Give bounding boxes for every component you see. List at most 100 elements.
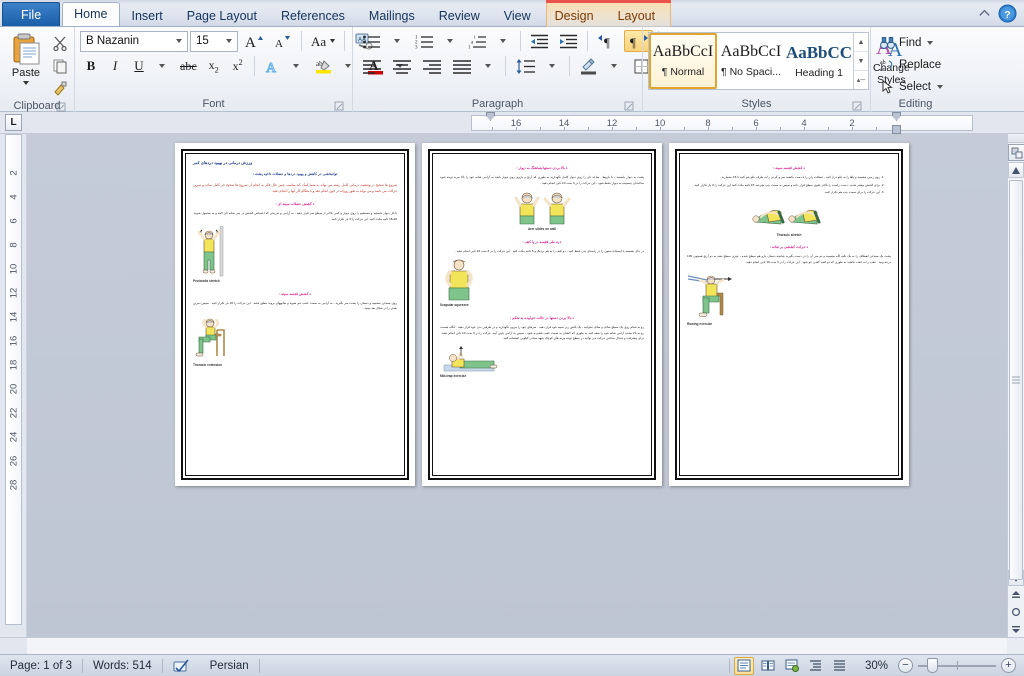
- document-canvas[interactable]: ورزش درمانی در بهبود دردهای کمر توانبخشی…: [27, 134, 1007, 637]
- multilevel-list-dropdown[interactable]: [493, 30, 515, 52]
- shading-button[interactable]: [575, 55, 602, 77]
- multilevel-list-button[interactable]: 1 a i: [464, 30, 491, 52]
- bold-button[interactable]: B: [80, 55, 102, 77]
- web-layout-view-button[interactable]: [782, 657, 802, 675]
- vertical-scrollbar[interactable]: [1007, 134, 1024, 637]
- bullets-dropdown[interactable]: [387, 30, 409, 52]
- print-layout-view-button[interactable]: [734, 656, 754, 675]
- select-browse-object-icon[interactable]: [1008, 144, 1024, 161]
- text-effects-button[interactable]: A: [260, 55, 285, 77]
- decrease-indent-button[interactable]: [526, 30, 553, 52]
- strikethrough-button[interactable]: abc: [176, 55, 201, 77]
- select-dropdown-arrow[interactable]: [936, 84, 943, 89]
- paste-dropdown-arrow[interactable]: [23, 81, 29, 85]
- gallery-more-icon[interactable]: ▴─: [854, 71, 868, 89]
- zoom-out-button[interactable]: −: [898, 658, 913, 673]
- zoom-slider-thumb[interactable]: [927, 658, 938, 673]
- paste-button[interactable]: Paste: [5, 30, 47, 99]
- vertical-ruler[interactable]: 2 4 6 8 10 12 14 16 18 20 22 24 26 28: [5, 134, 22, 625]
- split-window-icon[interactable]: [1008, 134, 1024, 143]
- style-item-no-spacing[interactable]: AaBbCcI ¶ No Spaci...: [717, 33, 785, 89]
- tab-references[interactable]: References: [269, 4, 357, 26]
- style-item-heading-1[interactable]: AaBbCС Heading 1: [785, 33, 853, 89]
- tab-design[interactable]: Design: [543, 4, 606, 26]
- vertical-scroll-track[interactable]: [1008, 178, 1024, 580]
- page-indicator[interactable]: Page: 1 of 3: [0, 657, 82, 675]
- draft-view-button[interactable]: [830, 657, 850, 675]
- justify-button[interactable]: [448, 55, 476, 77]
- left-indent-marker[interactable]: [892, 125, 901, 134]
- previous-page-button[interactable]: [1008, 586, 1024, 603]
- zoom-slider[interactable]: − +: [898, 658, 1016, 673]
- text-effects-dropdown[interactable]: [287, 55, 309, 77]
- superscript-button[interactable]: x2: [227, 55, 249, 77]
- word-count[interactable]: Words: 514: [83, 657, 162, 675]
- tab-insert[interactable]: Insert: [120, 4, 175, 26]
- tab-file[interactable]: File: [2, 2, 61, 26]
- first-line-indent-marker[interactable]: [486, 112, 495, 121]
- italic-button[interactable]: I: [104, 55, 126, 77]
- tab-stop-selector[interactable]: L: [0, 112, 27, 133]
- zoom-in-button[interactable]: +: [1001, 658, 1016, 673]
- numbering-dropdown[interactable]: [440, 30, 462, 52]
- styles-dialog-launcher[interactable]: [852, 101, 863, 112]
- right-indent-marker[interactable]: [892, 112, 901, 121]
- outline-view-button[interactable]: [806, 657, 826, 675]
- numbering-button[interactable]: 1 2 3: [411, 30, 438, 52]
- proofing-status[interactable]: [163, 657, 200, 675]
- cut-button[interactable]: [49, 33, 71, 53]
- highlight-button[interactable]: ab: [311, 55, 337, 77]
- line-spacing-button[interactable]: [511, 55, 540, 77]
- align-center-button[interactable]: [388, 55, 416, 77]
- align-right-button[interactable]: [418, 55, 446, 77]
- font-name-dropdown-arrow[interactable]: [176, 39, 182, 43]
- bullets-button[interactable]: [358, 30, 385, 52]
- language-indicator[interactable]: Persian: [200, 657, 259, 675]
- increase-indent-button[interactable]: [555, 30, 582, 52]
- gallery-scroll-down-icon[interactable]: ▼: [854, 52, 868, 71]
- replace-button[interactable]: ab ac Replace: [876, 54, 950, 75]
- next-page-button[interactable]: [1008, 620, 1024, 637]
- tab-mailings[interactable]: Mailings: [357, 4, 427, 26]
- find-button[interactable]: Find: [876, 32, 950, 53]
- find-dropdown-arrow[interactable]: [927, 40, 934, 45]
- shrink-font-button[interactable]: A: [269, 30, 296, 52]
- gallery-scroll-up-icon[interactable]: ▲: [854, 33, 868, 52]
- grow-font-button[interactable]: A: [240, 30, 267, 52]
- font-dialog-launcher[interactable]: [334, 101, 345, 112]
- document-page-3[interactable]: کشش قفسه سینه : روی زمین بنشینید و پاها …: [669, 143, 909, 486]
- tab-page-layout[interactable]: Page Layout: [175, 4, 269, 26]
- zoom-level-label[interactable]: 30%: [854, 660, 888, 672]
- tab-home[interactable]: Home: [62, 2, 120, 26]
- document-page-1[interactable]: ورزش درمانی در بهبود دردهای کمر توانبخشی…: [175, 143, 415, 486]
- select-browse-object-button[interactable]: [1008, 603, 1024, 620]
- shading-dropdown[interactable]: [604, 55, 626, 77]
- font-size-dropdown-arrow[interactable]: [226, 39, 232, 43]
- justify-dropdown[interactable]: [478, 55, 500, 77]
- underline-button[interactable]: U: [128, 55, 150, 77]
- help-icon[interactable]: ?: [998, 4, 1017, 23]
- ruler-toggle-corner[interactable]: [1007, 112, 1024, 133]
- tab-view[interactable]: View: [492, 4, 543, 26]
- copy-button[interactable]: [49, 56, 71, 76]
- format-painter-button[interactable]: [49, 79, 71, 99]
- left-to-right-button[interactable]: ¶: [593, 30, 622, 52]
- tab-review[interactable]: Review: [427, 4, 492, 26]
- subscript-button[interactable]: x2: [203, 55, 225, 77]
- tab-layout[interactable]: Layout: [606, 4, 668, 26]
- horizontal-ruler[interactable]: 16 14 12 10 8 6 4 2: [471, 112, 973, 134]
- style-item-normal[interactable]: AaBbCcI ¶ Normal: [649, 33, 717, 89]
- document-page-2[interactable]: بالا بردن دستها هماهنگ به دیوار : پشت به…: [422, 143, 662, 486]
- font-size-combo[interactable]: 15: [190, 30, 238, 52]
- scroll-up-button[interactable]: [1008, 162, 1024, 178]
- font-name-combo[interactable]: B Nazanin: [80, 30, 188, 52]
- paragraph-dialog-launcher[interactable]: [624, 101, 635, 112]
- select-button[interactable]: Select: [876, 76, 950, 97]
- underline-dropdown[interactable]: [152, 55, 174, 77]
- horizontal-scroll-area[interactable]: [27, 638, 1007, 654]
- collapse-ribbon-icon[interactable]: [977, 6, 992, 21]
- full-screen-reading-view-button[interactable]: [758, 657, 778, 675]
- change-case-button[interactable]: Aa: [307, 30, 339, 52]
- zoom-slider-track[interactable]: [918, 658, 996, 673]
- align-left-button[interactable]: [358, 55, 386, 77]
